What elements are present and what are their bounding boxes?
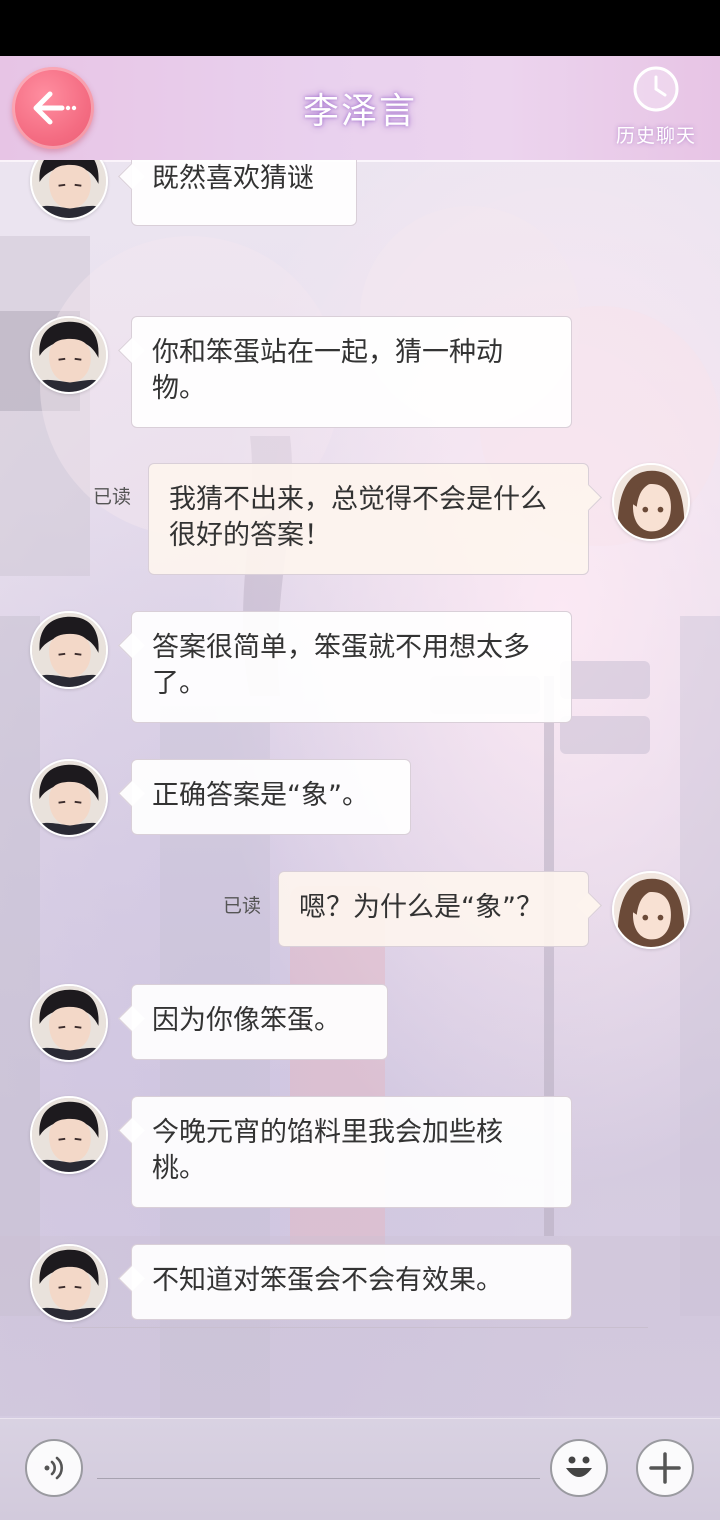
message-bubble[interactable]: 你和笨蛋站在一起，猜一种动物。: [131, 316, 572, 428]
emoji-button[interactable]: [550, 1439, 608, 1497]
message-text: 既然喜欢猜谜: [152, 163, 314, 194]
message-text: 今晚元宵的馅料里我会加些核桃。: [152, 1117, 503, 1184]
clock-icon: [633, 66, 679, 112]
message-text: 我猜不出来，总觉得不会是什么很好的答案！: [169, 484, 547, 551]
header-bar: 李泽言 历史聊天: [0, 56, 720, 162]
emoji-icon: [566, 1456, 592, 1477]
message-input[interactable]: [97, 1430, 540, 1478]
message-bubble[interactable]: 答案很简单，笨蛋就不用想太多了。: [131, 611, 572, 723]
message-text: 不知道对笨蛋会不会有效果。: [152, 1265, 503, 1296]
contact-avatar[interactable]: [30, 611, 108, 689]
status-bar: [0, 0, 720, 56]
contact-avatar[interactable]: [30, 316, 108, 394]
add-button[interactable]: [636, 1439, 694, 1497]
message-input-underline: [97, 1478, 540, 1479]
message-bubble[interactable]: 嗯？为什么是“象”？: [278, 871, 589, 947]
read-receipt: 已读: [223, 895, 262, 917]
read-receipt: 已读: [93, 486, 132, 508]
chat-app: 李泽言 历史聊天 既然喜欢猜谜 你和笨蛋站在一起，猜一种动物。 已读 我猜不出来…: [0, 56, 720, 1520]
message-bubble[interactable]: 正确答案是“象”。: [131, 759, 411, 835]
message-bubble[interactable]: 我猜不出来，总觉得不会是什么很好的答案！: [148, 463, 589, 575]
message-text: 正确答案是“象”。: [152, 780, 369, 811]
history-chat-button[interactable]: 历史聊天: [606, 66, 706, 152]
contact-avatar[interactable]: [30, 759, 108, 837]
contact-avatar[interactable]: [30, 1244, 108, 1322]
contact-avatar[interactable]: [30, 984, 108, 1062]
message-bubble[interactable]: 既然喜欢猜谜: [131, 160, 357, 226]
message-text: 答案很简单，笨蛋就不用想太多了。: [152, 632, 530, 699]
message-bubble[interactable]: 因为你像笨蛋。: [131, 984, 388, 1060]
voice-icon: [44, 1456, 63, 1480]
message-text: 嗯？为什么是“象”？: [299, 892, 543, 923]
contact-avatar[interactable]: [30, 1096, 108, 1174]
plus-icon: [649, 1452, 681, 1484]
chat-message-list[interactable]: 既然喜欢猜谜 你和笨蛋站在一起，猜一种动物。 已读 我猜不出来，总觉得不会是什么…: [0, 160, 720, 1416]
chat-divider: [72, 1327, 648, 1328]
message-bubble[interactable]: 今晚元宵的馅料里我会加些核桃。: [131, 1096, 572, 1208]
message-text: 因为你像笨蛋。: [152, 1005, 341, 1036]
user-avatar[interactable]: [612, 463, 690, 541]
history-chat-label: 历史聊天: [615, 125, 696, 147]
voice-button[interactable]: [25, 1439, 83, 1497]
contact-avatar[interactable]: [30, 160, 108, 220]
user-avatar[interactable]: [612, 871, 690, 949]
message-bubble[interactable]: 不知道对笨蛋会不会有效果。: [131, 1244, 572, 1320]
message-text: 你和笨蛋站在一起，猜一种动物。: [152, 337, 503, 404]
